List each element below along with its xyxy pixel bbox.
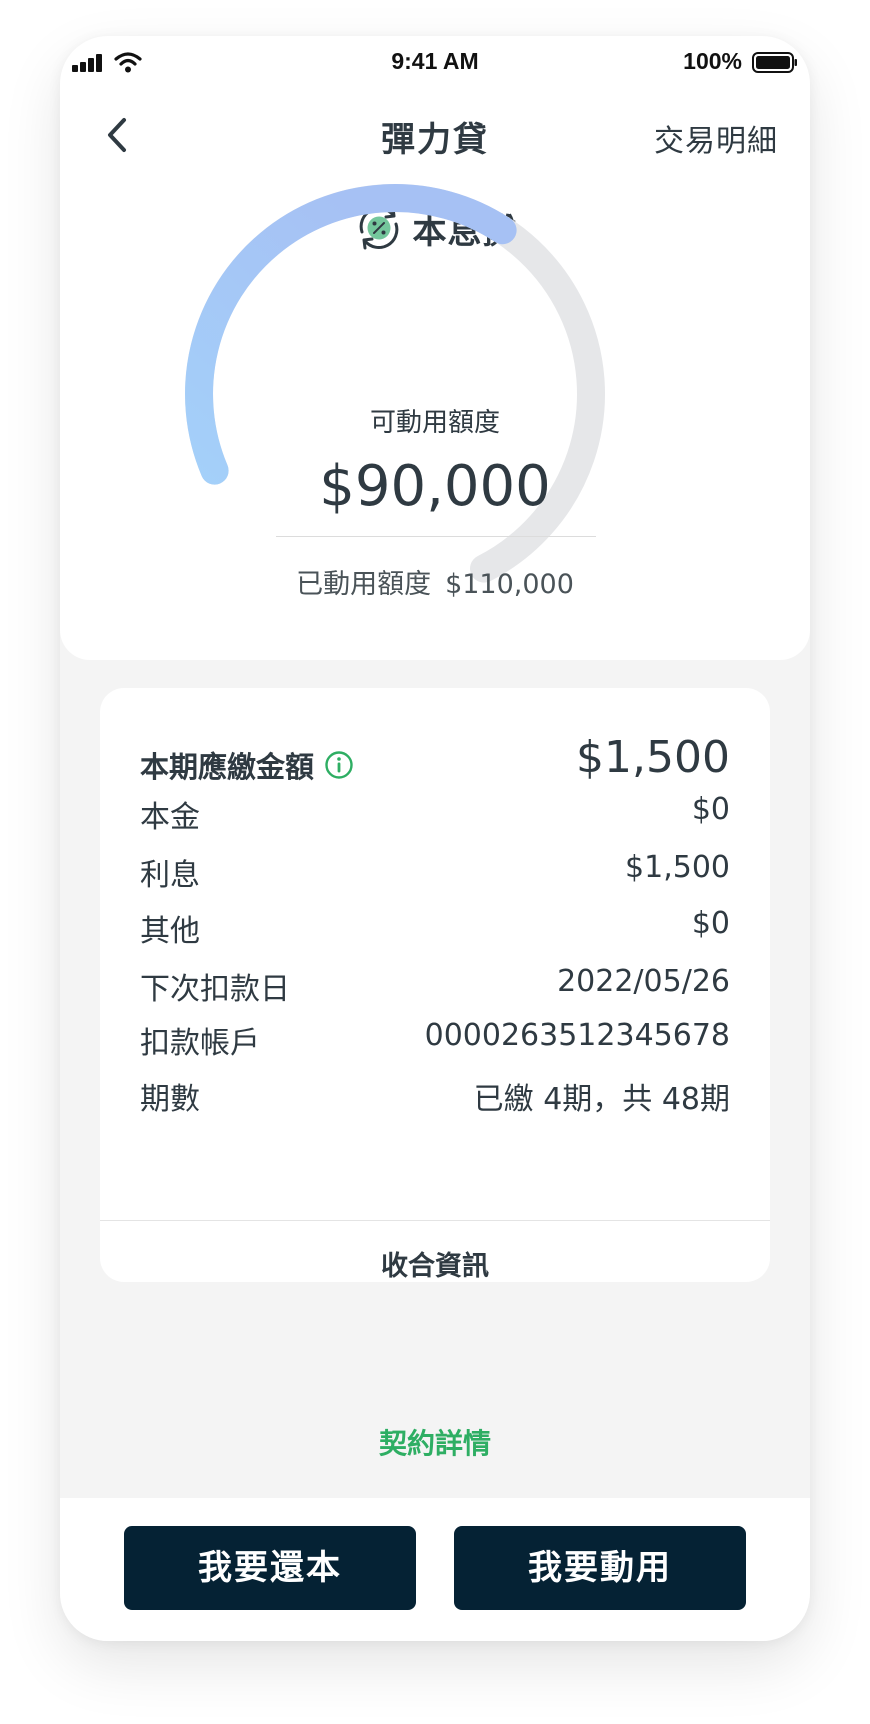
row-label: 本金 (140, 800, 200, 835)
row-value: $0 (691, 906, 730, 941)
header-panel: 9:41 AM 100% 彈力貸 交易明細 本息攤 可動用額度 $90,000 … (60, 36, 810, 660)
due-amount-label: 本期應繳金額 (140, 750, 315, 784)
payment-card: 本期應繳金額 $1,500 本金 $0 利息 $1,500 其他 $0 下次扣款… (100, 688, 770, 1282)
row-value: 0000263512345678 (424, 1018, 730, 1053)
row-value: $1,500 (625, 850, 730, 885)
detail-row-other: 其他 $0 (140, 906, 730, 950)
row-value: 已繳 4期，共 48期 (473, 1082, 730, 1117)
draw-funds-button[interactable]: 我要動用 (454, 1526, 746, 1610)
available-credit-amount: $90,000 (319, 454, 551, 519)
info-icon[interactable] (324, 750, 354, 780)
action-bar: 我要還本 我要動用 (60, 1498, 810, 1641)
due-amount-value: $1,500 (576, 732, 730, 783)
row-label: 扣款帳戶 (140, 1026, 260, 1061)
repay-principal-button[interactable]: 我要還本 (124, 1526, 416, 1610)
detail-row-debit-account: 扣款帳戶 0000263512345678 (140, 1018, 730, 1062)
phone-frame: 9:41 AM 100% 彈力貸 交易明細 本息攤 可動用額度 $90,000 … (60, 36, 810, 1641)
used-credit-label: 已動用額度 (296, 569, 432, 600)
row-label: 其他 (140, 914, 200, 949)
collapse-info-button[interactable]: 收合資訊 (100, 1244, 770, 1283)
detail-row-installments: 期數 已繳 4期，共 48期 (140, 1074, 730, 1118)
used-credit: 已動用額度 $110,000 (60, 562, 810, 601)
row-value: 2022/05/26 (557, 964, 730, 999)
row-value: $0 (691, 792, 730, 827)
available-credit-label: 可動用額度 (369, 408, 500, 438)
used-credit-amount: $110,000 (445, 569, 574, 600)
contract-details-link[interactable]: 契約詳情 (60, 1422, 810, 1462)
detail-row-next-debit-date: 下次扣款日 2022/05/26 (140, 964, 730, 1008)
gauge-divider (276, 536, 596, 537)
card-divider (100, 1220, 770, 1221)
detail-row-interest: 利息 $1,500 (140, 850, 730, 894)
row-label: 利息 (140, 858, 200, 893)
row-label: 期數 (140, 1082, 200, 1117)
due-amount-header: 本期應繳金額 (140, 744, 354, 786)
row-label: 下次扣款日 (140, 972, 290, 1007)
detail-row-principal: 本金 $0 (140, 792, 730, 836)
